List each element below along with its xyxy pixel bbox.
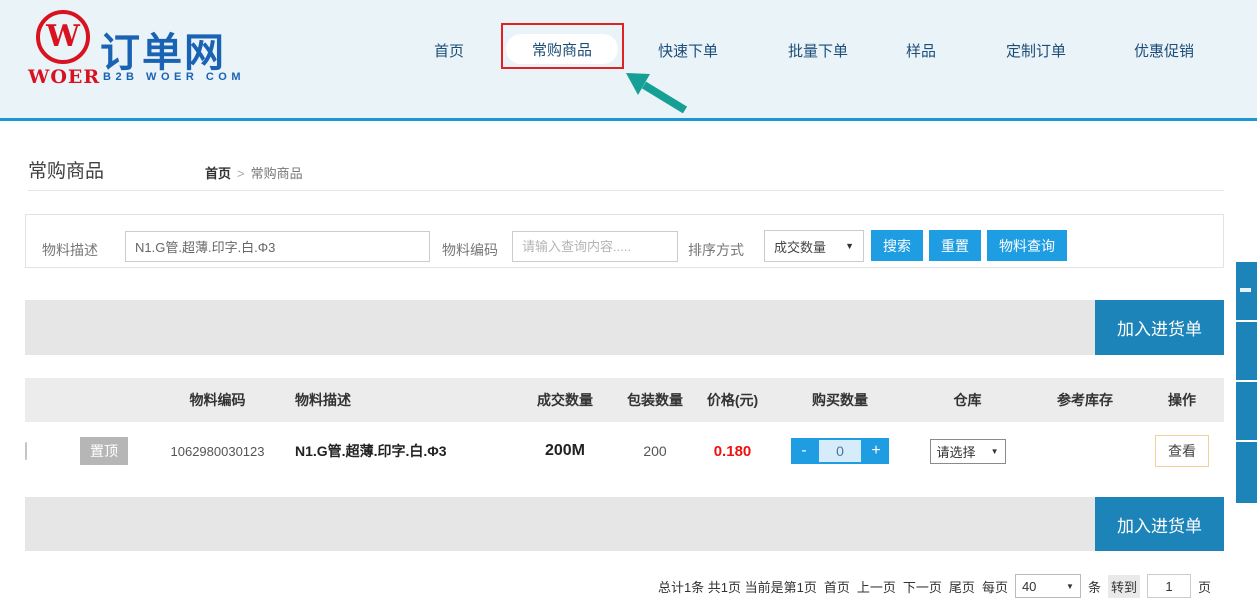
nav-item-custom-order[interactable]: 定制订单 xyxy=(1006,40,1066,61)
nav-item-bulk-order[interactable]: 批量下单 xyxy=(788,40,848,61)
title-divider xyxy=(28,190,1224,191)
chevron-down-icon: ▼ xyxy=(845,241,854,251)
col-header-price: 价格(元) xyxy=(690,390,775,410)
app-window: W WOER 订单网 B2B WOER COM 首页 常购商品 快速下单 批量下… xyxy=(0,0,1257,614)
logo-brand-text: WOER xyxy=(28,66,98,88)
per-page-unit: 条 xyxy=(1088,577,1101,596)
add-to-cart-button-bottom[interactable]: 加入进货单 xyxy=(1095,497,1224,551)
action-bar-top xyxy=(25,300,1224,355)
col-header-deal-qty: 成交数量 xyxy=(510,390,620,410)
goto-page-input[interactable] xyxy=(1147,574,1191,598)
col-header-buy-qty: 购买数量 xyxy=(775,390,905,410)
per-page-label: 每页 xyxy=(982,577,1008,596)
floating-side-panel xyxy=(1236,262,1257,505)
pagination-summary: 总计1条 共1页 当前是第1页 xyxy=(658,577,817,596)
breadcrumb-home-link[interactable]: 首页 xyxy=(205,166,231,181)
pagination: 总计1条 共1页 当前是第1页 首页 上一页 下一页 尾页 每页 40 ▼ 条 … xyxy=(658,574,1211,598)
add-to-cart-button-top[interactable]: 加入进货单 xyxy=(1095,300,1224,355)
woer-logo-icon[interactable]: W xyxy=(36,10,90,64)
material-desc-label: 物料描述 xyxy=(42,240,98,260)
page-title: 常购商品 xyxy=(28,156,104,183)
sort-select-value: 成交数量 xyxy=(774,237,826,256)
logo-mark: W xyxy=(46,22,80,52)
nav-item-samples[interactable]: 样品 xyxy=(906,40,936,61)
pagination-first-link[interactable]: 首页 xyxy=(824,577,850,596)
action-bar-bottom xyxy=(25,497,1224,551)
goto-label: 转到 xyxy=(1108,575,1140,598)
nav-item-quick-order[interactable]: 快速下单 xyxy=(658,40,718,61)
quantity-plus-button[interactable]: + xyxy=(863,438,889,464)
pagination-next-link[interactable]: 下一页 xyxy=(903,577,942,596)
price-value: 0.180 xyxy=(690,443,775,460)
breadcrumb: 首页 > 常购商品 xyxy=(205,163,303,182)
quantity-minus-button[interactable]: - xyxy=(791,438,817,464)
material-desc-input[interactable] xyxy=(125,231,430,262)
warehouse-select[interactable]: 请选择 ▼ xyxy=(930,439,1006,464)
search-button[interactable]: 搜索 xyxy=(871,230,923,261)
material-code-label: 物料编码 xyxy=(442,240,498,260)
side-panel-segment-3[interactable] xyxy=(1236,382,1257,440)
material-code-input[interactable] xyxy=(512,231,678,262)
reset-button[interactable]: 重置 xyxy=(929,230,981,261)
side-panel-icon xyxy=(1240,288,1251,292)
col-header-actions: 操作 xyxy=(1140,390,1224,410)
warehouse-select-value: 请选择 xyxy=(937,442,976,461)
sort-select[interactable]: 成交数量 ▼ xyxy=(764,230,864,262)
per-page-select-value: 40 xyxy=(1022,579,1036,594)
goto-page-unit: 页 xyxy=(1198,577,1211,596)
row-checkbox[interactable] xyxy=(25,442,27,460)
table-header-row: 物料编码 物料描述 成交数量 包装数量 价格(元) 购买数量 仓库 参考库存 操… xyxy=(25,378,1224,422)
annotation-highlight-box xyxy=(501,23,624,69)
table-row: 置顶 1062980030123 N1.G管.超薄.印字.白.Φ3 200M 2… xyxy=(25,422,1224,480)
material-desc-value: N1.G管.超薄.印字.白.Φ3 xyxy=(270,441,510,461)
header-divider xyxy=(0,118,1257,121)
deal-qty-value: 200M xyxy=(510,442,620,460)
site-subtitle: B2B WOER COM xyxy=(103,71,245,83)
col-header-ref-stock: 参考库存 xyxy=(1030,390,1140,410)
chevron-down-icon: ▼ xyxy=(1066,582,1074,591)
quantity-stepper: - + xyxy=(775,438,905,464)
nav-item-home[interactable]: 首页 xyxy=(434,40,464,61)
pack-qty-value: 200 xyxy=(620,443,690,459)
material-lookup-button[interactable]: 物料查询 xyxy=(987,230,1067,261)
col-header-code: 物料编码 xyxy=(165,390,270,410)
col-header-pack-qty: 包装数量 xyxy=(620,390,690,410)
per-page-select[interactable]: 40 ▼ xyxy=(1015,574,1081,598)
side-panel-segment-1[interactable] xyxy=(1236,262,1257,320)
pagination-last-link[interactable]: 尾页 xyxy=(949,577,975,596)
view-button[interactable]: 查看 xyxy=(1155,435,1209,467)
col-header-desc: 物料描述 xyxy=(270,390,510,410)
quantity-input[interactable] xyxy=(817,438,863,464)
side-panel-segment-2[interactable] xyxy=(1236,322,1257,380)
nav-item-promotions[interactable]: 优惠促销 xyxy=(1134,40,1194,61)
pagination-prev-link[interactable]: 上一页 xyxy=(857,577,896,596)
breadcrumb-current: 常购商品 xyxy=(251,166,303,181)
site-title: 订单网 xyxy=(100,20,226,78)
material-code-value: 1062980030123 xyxy=(165,444,270,459)
breadcrumb-separator-icon: > xyxy=(237,166,245,181)
annotation-arrow-icon xyxy=(600,65,710,120)
side-panel-segment-4[interactable] xyxy=(1236,442,1257,503)
site-header: W WOER 订单网 B2B WOER COM 首页 常购商品 快速下单 批量下… xyxy=(0,0,1257,118)
pin-to-top-button[interactable]: 置顶 xyxy=(80,437,128,465)
chevron-down-icon: ▼ xyxy=(991,447,999,456)
sort-label: 排序方式 xyxy=(688,240,744,260)
col-header-warehouse: 仓库 xyxy=(905,390,1030,410)
